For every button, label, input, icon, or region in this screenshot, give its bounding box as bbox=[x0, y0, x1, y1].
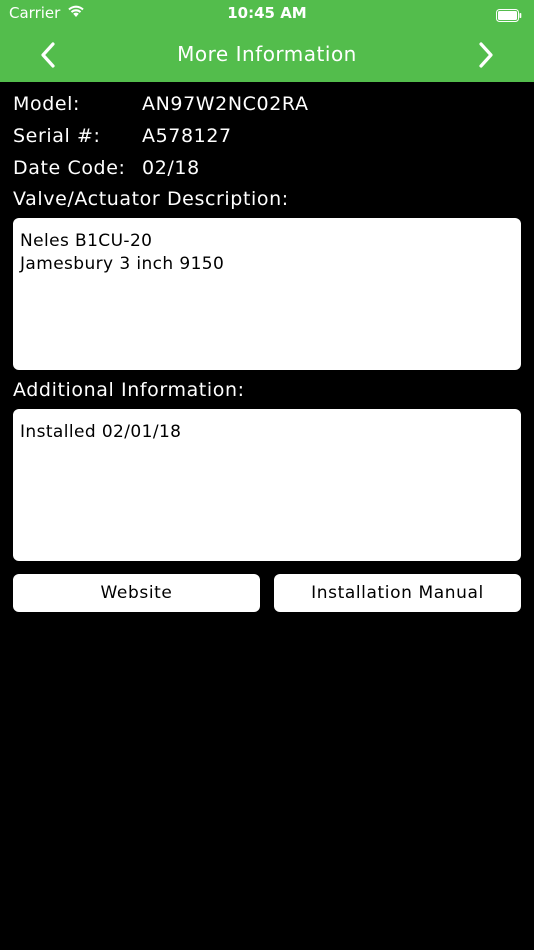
header: Carrier 10:45 AM More Information bbox=[0, 0, 534, 82]
serial-label: Serial #: bbox=[13, 125, 101, 147]
page-title: More Information bbox=[177, 42, 357, 66]
model-label: Model: bbox=[13, 93, 81, 115]
installation-manual-button[interactable]: Installation Manual bbox=[274, 574, 521, 612]
website-button[interactable]: Website bbox=[13, 574, 260, 612]
status-bar: Carrier 10:45 AM bbox=[0, 0, 534, 28]
clock: 10:45 AM bbox=[227, 4, 307, 22]
next-button[interactable] bbox=[468, 37, 504, 73]
description-field[interactable]: Neles B1CU-20 Jamesbury 3 inch 9150 bbox=[13, 218, 521, 370]
additional-info-label: Additional Information: bbox=[13, 379, 245, 401]
battery-icon bbox=[496, 7, 522, 22]
date-code-value: 02/18 bbox=[142, 157, 200, 179]
chevron-right-icon bbox=[479, 42, 493, 68]
navigation-bar: More Information bbox=[0, 28, 534, 82]
additional-info-field[interactable]: Installed 02/01/18 bbox=[13, 409, 521, 561]
model-value: AN97W2NC02RA bbox=[142, 93, 309, 115]
serial-value: A578127 bbox=[142, 125, 232, 147]
date-code-label: Date Code: bbox=[13, 157, 126, 179]
description-label: Valve/Actuator Description: bbox=[13, 188, 289, 210]
